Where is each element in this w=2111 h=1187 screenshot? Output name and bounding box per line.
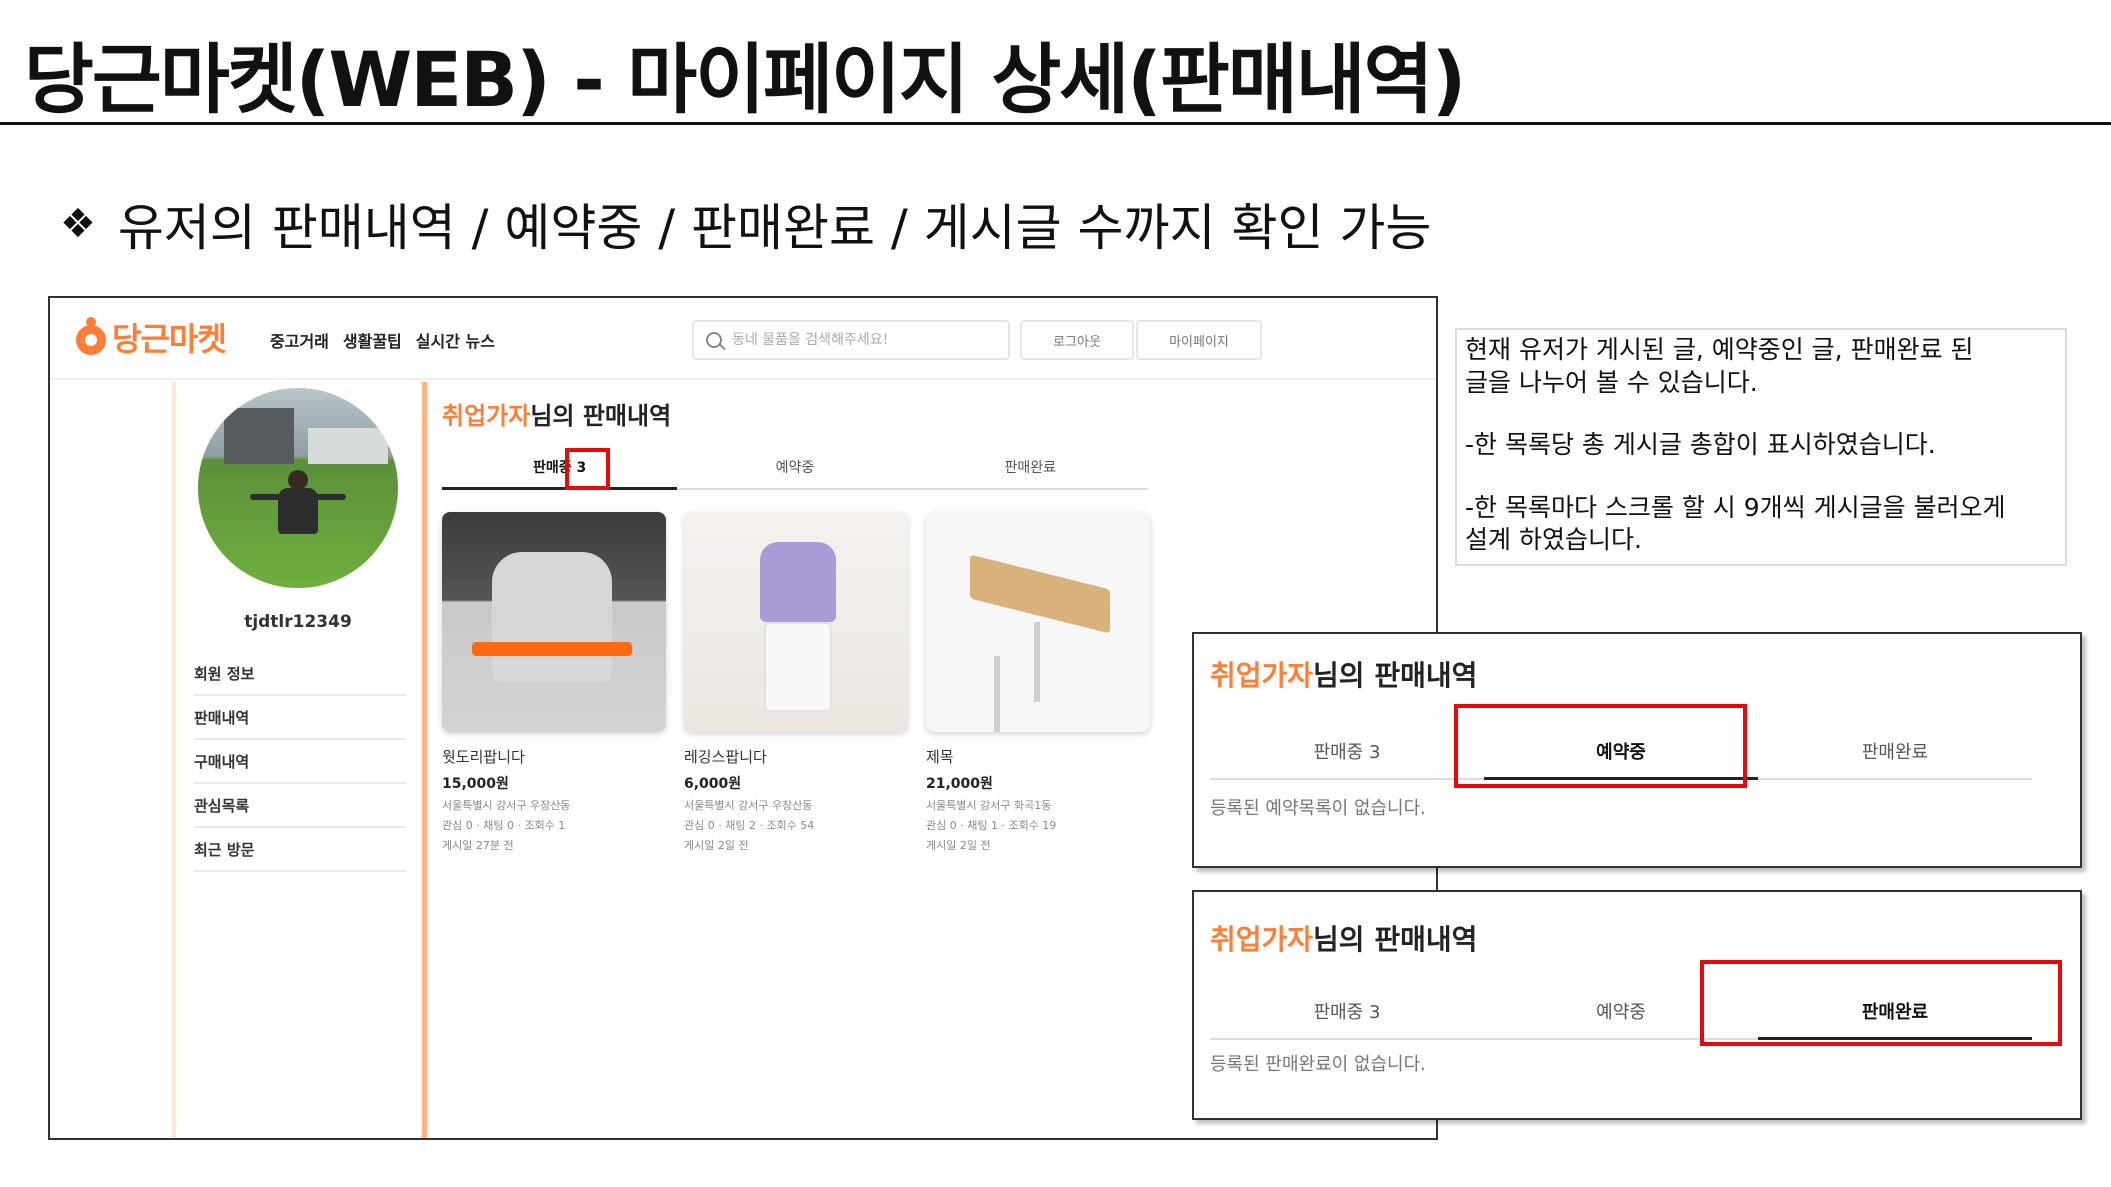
completed-tab-panel: 취업가자님의 판매내역 판매중 3 예약중 판매완료 등록된 판매완료이 없습니… — [1192, 890, 2082, 1120]
sidebar-item-sales-history[interactable]: 판매내역 — [194, 696, 406, 740]
slide-bullet: ❖ 유저의 판매내역 / 예약중 / 판매완료 / 게시글 수까지 확인 가능 — [60, 188, 1431, 260]
bullet-text: 유저의 판매내역 / 예약중 / 판매완료 / 게시글 수까지 확인 가능 — [117, 199, 1432, 257]
empty-message: 등록된 판매완료이 없습니다. — [1210, 1054, 1426, 1075]
product-title: 웟도리팝니다 — [442, 748, 525, 766]
panel-title-suffix: 님의 판매내역 — [1313, 659, 1478, 692]
product-location: 서울특별시 강서구 화곡1동 — [926, 799, 1052, 812]
slide-title: 당근마켓(WEB) - 마이페이지 상세(판매내역) — [24, 35, 1466, 124]
note-line: 설계 하였습니다. — [1465, 525, 1642, 554]
tab-on-sale[interactable]: 판매중 3 — [1210, 724, 1484, 778]
product-card[interactable]: 웟도리팝니다 15,000원 서울특별시 강서구 우장산동 관심 0 · 채팅 … — [442, 512, 666, 853]
tab-on-sale[interactable]: 판매중 3 — [442, 446, 678, 490]
mypage-button[interactable]: 마이페이지 — [1136, 320, 1262, 360]
tab-on-sale[interactable]: 판매중 3 — [1210, 984, 1484, 1038]
product-stats: 관심 0 · 채팅 0 · 조회수 1 — [442, 819, 566, 832]
product-image — [926, 512, 1150, 732]
sales-tabs: 판매중 3 예약중 판매완료 — [442, 446, 1148, 490]
product-time: 게시일 2일 전 — [684, 839, 749, 852]
product-image — [684, 512, 908, 732]
product-time: 게시일 27분 전 — [442, 839, 514, 852]
top-header: 당근마켓 중고거래 생활꿀팁 실시간 뉴스 로그아웃 마이페이지 — [50, 298, 1436, 380]
content-accent-stripe — [422, 382, 427, 1138]
sidebar-item-wishlist[interactable]: 관심목록 — [194, 784, 406, 828]
nav-item-live-news[interactable]: 실시간 뉴스 — [416, 328, 495, 352]
empty-message: 등록된 예약목록이 없습니다. — [1210, 798, 1426, 819]
tab-highlight-box — [1454, 704, 1747, 788]
avatar — [198, 388, 398, 588]
logo[interactable]: 당근마켓 — [74, 314, 227, 360]
product-stats: 관심 0 · 채팅 1 · 조회수 19 — [926, 819, 1057, 832]
sidebar-item-member-info[interactable]: 회원 정보 — [194, 652, 406, 696]
product-title: 제목 — [926, 748, 954, 766]
sidebar-menu: 회원 정보 판매내역 구매내역 관심목록 최근 방문 — [194, 652, 406, 872]
note-line: -한 목록마다 스크롤 할 시 9개씩 게시글을 불러오게 — [1465, 492, 2006, 522]
tab-highlight-box — [1700, 960, 2062, 1046]
nickname: 취업가자 — [1210, 923, 1314, 956]
nav-item-used-trade[interactable]: 중고거래 — [270, 328, 329, 352]
product-image — [442, 512, 666, 732]
tab-completed[interactable]: 판매완료 — [1758, 724, 2032, 778]
sidebar-item-recent-visits[interactable]: 최근 방문 — [194, 828, 406, 872]
product-location: 서울특별시 강서구 우장산동 — [442, 799, 571, 812]
product-price: 6,000원 — [684, 776, 742, 792]
product-card[interactable]: 레깅스팝니다 6,000원 서울특별시 강서구 우장산동 관심 0 · 채팅 2… — [684, 512, 908, 853]
note-line: 글을 나누어 볼 수 있습니다. — [1465, 367, 1758, 397]
explanation-note: 현재 유저가 게시된 글, 예약중인 글, 판매완료 된 글을 나누어 볼 수 … — [1455, 328, 2067, 566]
diamond-bullet-icon: ❖ — [60, 201, 96, 247]
panel-title: 취업가자님의 판매내역 — [1210, 918, 1477, 958]
carrot-logo-icon — [74, 314, 108, 357]
nickname: 취업가자 — [1210, 659, 1314, 692]
logout-button[interactable]: 로그아웃 — [1020, 320, 1134, 360]
product-price: 15,000원 — [442, 776, 509, 792]
main-nav: 중고거래 생활꿀팁 실시간 뉴스 — [270, 328, 495, 352]
search-box — [692, 320, 1010, 360]
search-input[interactable] — [732, 332, 982, 348]
page-title-suffix: 님의 판매내역 — [530, 402, 672, 430]
panel-title: 취업가자님의 판매내역 — [1210, 654, 1477, 694]
title-divider — [0, 122, 2111, 125]
product-list: 웟도리팝니다 15,000원 서울특별시 강서구 우장산동 관심 0 · 채팅 … — [442, 512, 1150, 853]
nav-item-life-tips[interactable]: 생활꿀팁 — [343, 328, 402, 352]
tab-reserved[interactable]: 예약중 — [677, 446, 912, 488]
product-stats: 관심 0 · 채팅 2 · 조회수 54 — [684, 819, 815, 832]
logo-text: 당근마켓 — [112, 320, 227, 358]
reserved-tab-panel: 취업가자님의 판매내역 판매중 3 예약중 판매완료 등록된 예약목록이 없습니… — [1192, 632, 2082, 868]
search-icon — [706, 332, 722, 348]
username: tjdtlr12349 — [244, 612, 352, 632]
product-time: 게시일 2일 전 — [926, 839, 991, 852]
note-line: 현재 유저가 게시된 글, 예약중인 글, 판매완료 된 — [1465, 335, 1974, 364]
page-title: 취업가자님의 판매내역 — [442, 396, 671, 431]
sidebar-item-purchase-history[interactable]: 구매내역 — [194, 740, 406, 784]
product-location: 서울특별시 강서구 우장산동 — [684, 799, 813, 812]
product-card[interactable]: 제목 21,000원 서울특별시 강서구 화곡1동 관심 0 · 채팅 1 · … — [926, 512, 1150, 853]
note-line: -한 목록당 총 게시글 총합이 표시하였습니다. — [1465, 430, 1936, 459]
nickname: 취업가자 — [442, 402, 531, 430]
product-price: 21,000원 — [926, 776, 993, 792]
count-highlight-box — [565, 448, 610, 490]
left-accent-stripe — [172, 382, 176, 1138]
product-title: 레깅스팝니다 — [684, 748, 767, 766]
panel-title-suffix: 님의 판매내역 — [1313, 923, 1478, 956]
tab-completed[interactable]: 판매완료 — [913, 446, 1148, 488]
